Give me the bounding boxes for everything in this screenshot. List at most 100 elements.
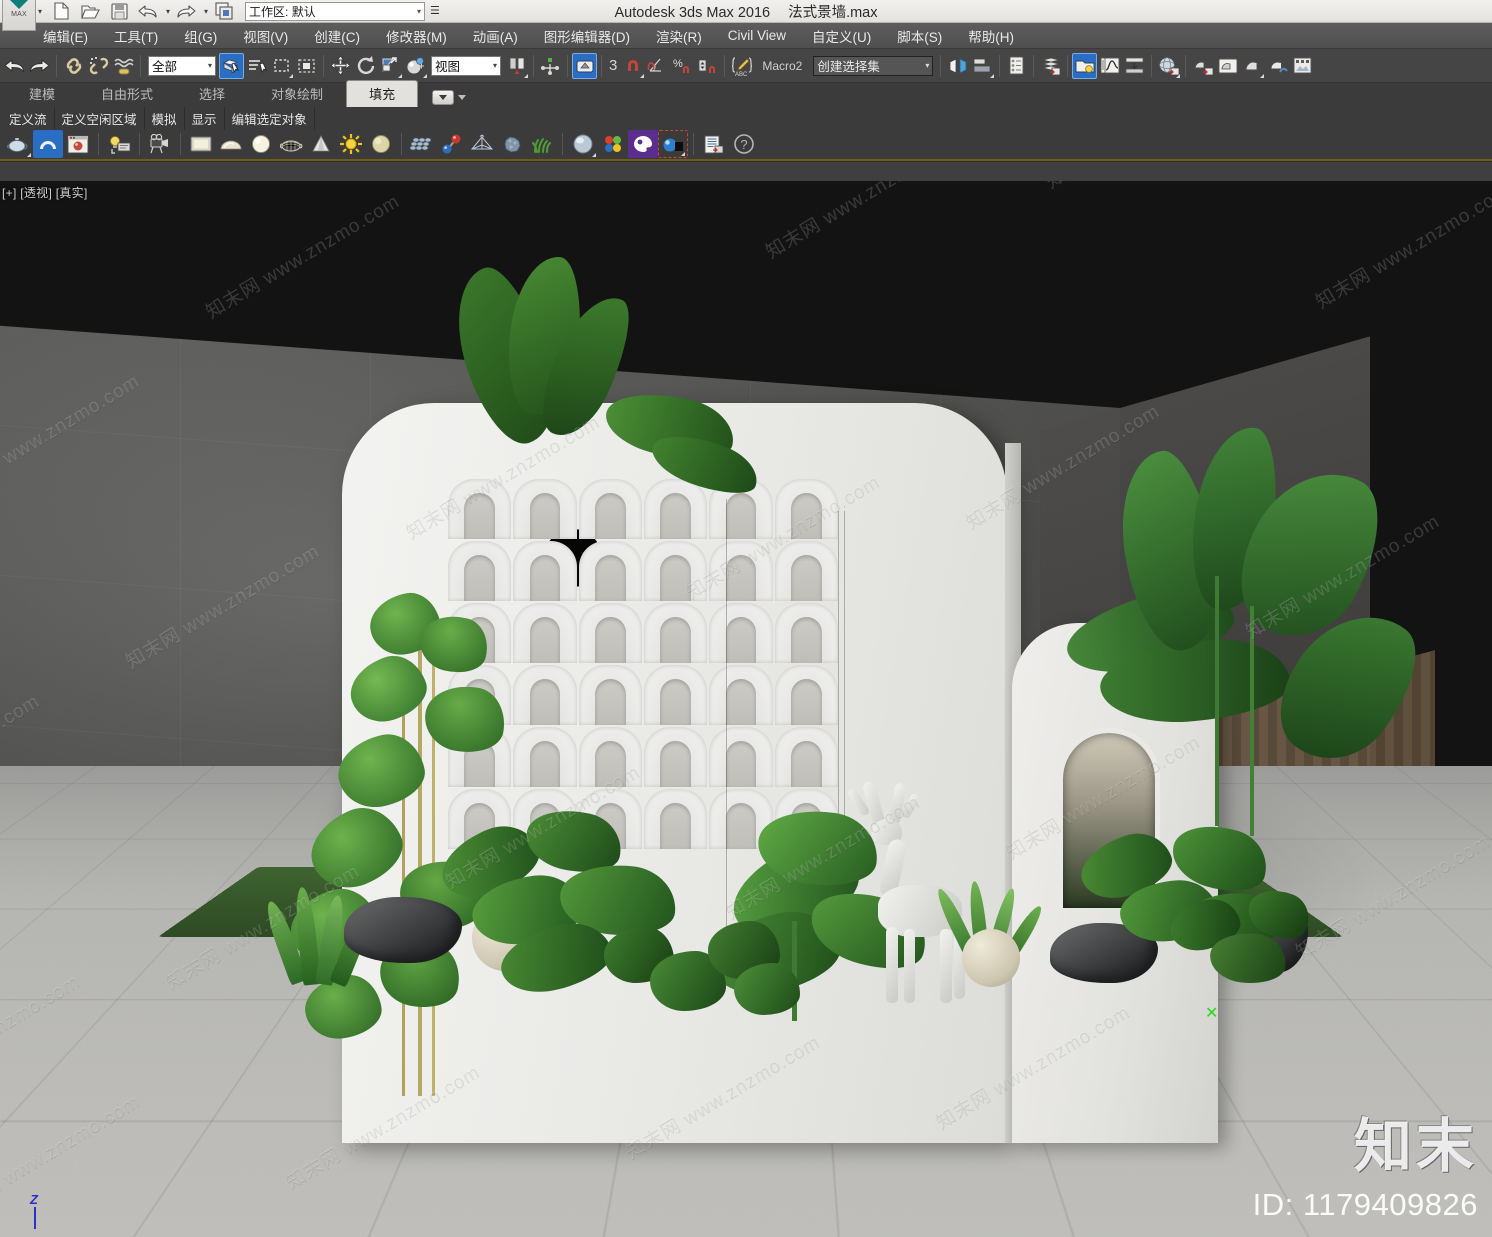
layer-manager-button[interactable]: [1004, 53, 1029, 79]
rendered-frame-window-button[interactable]: [1215, 53, 1240, 79]
window-crossing-toggle-button[interactable]: [294, 53, 319, 79]
noise-blob-icon[interactable]: [497, 130, 527, 158]
color-swatch-icon[interactable]: [598, 130, 628, 158]
menu-modifiers[interactable]: 修改器(M): [373, 24, 460, 48]
app-logo-button[interactable]: MAX: [2, 0, 36, 31]
menu-scripting[interactable]: 脚本(S): [884, 24, 955, 48]
app-menu-chevron-down-icon[interactable]: ▾: [38, 7, 42, 16]
angle-snap-toggle-button[interactable]: [645, 53, 670, 79]
teapot-icon[interactable]: [3, 130, 33, 158]
render-region-icon[interactable]: [658, 130, 688, 158]
curve-editor-button[interactable]: [1097, 53, 1122, 79]
render-setup-button[interactable]: [1190, 53, 1215, 79]
use-pivot-center-button[interactable]: [504, 53, 529, 79]
new-file-icon[interactable]: [48, 1, 74, 21]
array-icon[interactable]: [407, 130, 437, 158]
ribbon-subtab-edit-selected[interactable]: 编辑选定对象: [225, 106, 315, 130]
select-by-name-button[interactable]: [244, 53, 269, 79]
grass-icon[interactable]: [527, 130, 557, 158]
teapot-wire-icon[interactable]: [276, 130, 306, 158]
workspace-overflow-icon[interactable]: ☰: [430, 5, 440, 17]
save-file-icon[interactable]: [106, 1, 132, 21]
select-and-link-button[interactable]: [61, 53, 86, 79]
menu-customize[interactable]: 自定义(U): [799, 24, 884, 48]
percent-snap-toggle-button[interactable]: %: [670, 53, 695, 79]
ribbon-tab-selection[interactable]: 选择: [176, 80, 248, 107]
ribbon-subtab-define-idle-area[interactable]: 定义空闲区域: [55, 106, 145, 130]
dome-primitive-icon[interactable]: [216, 130, 246, 158]
snap-magnet-icon[interactable]: [620, 53, 645, 79]
material-editor-button[interactable]: [1156, 53, 1181, 79]
select-and-manipulate-button[interactable]: [538, 53, 563, 79]
redo-dropdown-icon[interactable]: ▾: [204, 7, 208, 16]
light-setup-icon[interactable]: [104, 130, 134, 158]
render-production-button[interactable]: [1240, 53, 1265, 79]
menu-graph-editors[interactable]: 图形编辑器(D): [531, 24, 643, 48]
redo-button[interactable]: [27, 53, 52, 79]
ribbon-options-chevron-down-icon[interactable]: [458, 95, 467, 100]
snaps-toggle-button[interactable]: [572, 52, 597, 79]
menu-animation[interactable]: 动画(A): [460, 24, 531, 48]
unlink-selection-button[interactable]: [86, 53, 111, 79]
ribbon-tab-populate[interactable]: 填充: [346, 80, 419, 107]
align-button[interactable]: [970, 53, 995, 79]
menu-create[interactable]: 创建(C): [301, 24, 373, 48]
menu-edit[interactable]: 编辑(E): [30, 24, 101, 48]
pyramid-wire-icon[interactable]: [467, 130, 497, 158]
ribbon-subtab-define-flow[interactable]: 定义流: [2, 106, 55, 130]
material-sphere-icon[interactable]: [568, 130, 598, 158]
ribbon-tab-object-paint[interactable]: 对象绘制: [248, 80, 346, 107]
select-object-button[interactable]: [219, 52, 244, 79]
help-icon[interactable]: ?: [729, 130, 759, 158]
render-preview-icon[interactable]: [63, 130, 93, 158]
script-listener-icon[interactable]: [699, 130, 729, 158]
menu-views[interactable]: 视图(V): [230, 24, 301, 48]
sun-icon[interactable]: [336, 130, 366, 158]
bind-to-space-warp-button[interactable]: [111, 53, 136, 79]
edit-named-selection-button[interactable]: ABC: [729, 53, 754, 79]
named-selection-set-combo[interactable]: 创建选择集 ▾: [813, 55, 934, 76]
sphere-shaded-icon[interactable]: [366, 130, 396, 158]
redo-icon[interactable]: [173, 1, 199, 21]
arc-shape-icon[interactable]: [33, 130, 63, 158]
undo-dropdown-icon[interactable]: ▾: [166, 7, 170, 16]
toggle-ribbon-button[interactable]: [1072, 52, 1098, 79]
open-asset-tracking-button[interactable]: [1290, 53, 1315, 79]
ribbon-subtab-simulate[interactable]: 模拟: [145, 106, 185, 130]
select-and-move-button[interactable]: [328, 53, 353, 79]
select-and-rotate-button[interactable]: [353, 53, 378, 79]
palette-icon[interactable]: [628, 130, 658, 158]
plane-primitive-icon[interactable]: [186, 130, 216, 158]
ribbon-minimize-button[interactable]: [432, 90, 455, 105]
menu-group[interactable]: 组(G): [171, 24, 230, 48]
selection-filter-combo[interactable]: 全部 ▾: [148, 55, 216, 76]
mirror-button[interactable]: [945, 53, 970, 79]
atom-icon[interactable]: [437, 130, 467, 158]
menu-tools[interactable]: 工具(T): [101, 24, 171, 48]
ribbon-subtab-display[interactable]: 显示: [185, 106, 225, 130]
select-and-scale-button[interactable]: [378, 53, 403, 79]
viewport[interactable]: [+] [透视] [真实] Z ✕ 知末网 www.znzmo.com 知末网 …: [0, 181, 1492, 1237]
select-and-place-button[interactable]: [403, 53, 428, 79]
ribbon-tab-modeling[interactable]: 建模: [6, 80, 78, 107]
spinner-snap-toggle-button[interactable]: [695, 53, 720, 79]
rectangular-selection-region-button[interactable]: [269, 53, 294, 79]
viewport-label[interactable]: [+] [透视] [真实]: [2, 184, 88, 201]
viewport-transform-gizmo[interactable]: ✕: [1205, 1003, 1218, 1023]
menu-help[interactable]: 帮助(H): [955, 24, 1027, 48]
menu-civil-view[interactable]: Civil View: [715, 26, 799, 45]
render-iterative-button[interactable]: [1265, 53, 1290, 79]
menu-rendering[interactable]: 渲染(R): [643, 24, 715, 48]
camera-icon[interactable]: [145, 130, 175, 158]
undo-button[interactable]: [2, 53, 27, 79]
open-file-icon[interactable]: [77, 1, 103, 21]
project-folder-icon[interactable]: [211, 1, 237, 21]
reference-coordinate-system-combo[interactable]: 视图 ▾: [431, 55, 501, 76]
ribbon-tab-freeform[interactable]: 自由形式: [78, 80, 176, 107]
schematic-view-button[interactable]: [1122, 53, 1147, 79]
toggle-scene-explorer-button[interactable]: [1038, 53, 1063, 79]
workspace-selector[interactable]: 工作区: 默认 ▾: [245, 1, 426, 21]
sphere-primitive-icon[interactable]: [246, 130, 276, 158]
cone-primitive-icon[interactable]: [306, 130, 336, 158]
undo-icon[interactable]: [135, 1, 161, 21]
